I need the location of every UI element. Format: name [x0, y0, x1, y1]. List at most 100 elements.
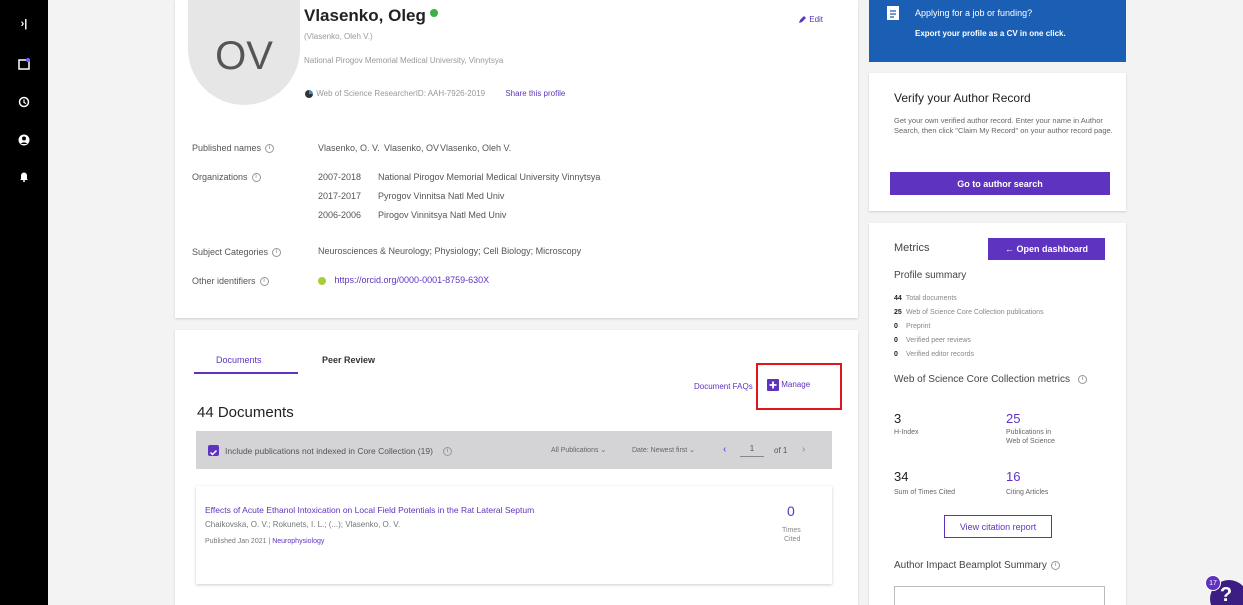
- verify-title: Verify your Author Record: [894, 91, 1031, 105]
- published-name-3: Vlasenko, Oleh V.: [440, 143, 512, 153]
- page-total: of 1: [774, 446, 788, 455]
- subject-categories: Neurosciences & Neurology; Physiology; C…: [318, 246, 582, 256]
- org-years-3: 2006-2006: [318, 210, 362, 220]
- summary-row: 0 Verified editor records: [894, 351, 974, 358]
- published-name-2: Vlasenko, OV: [384, 143, 440, 153]
- info-icon[interactable]: i: [442, 447, 452, 457]
- document-title-link[interactable]: Effects of Acute Ethanol Intoxication on…: [205, 505, 534, 515]
- org-name-2: Pyrogov Vinnitsa Natl Med Univ: [378, 191, 505, 201]
- left-rail: ›|: [0, 0, 48, 605]
- info-icon[interactable]: i: [259, 277, 269, 287]
- calendar-icon[interactable]: [0, 58, 48, 73]
- next-page-button[interactable]: ›: [802, 444, 805, 455]
- verify-text: Get your own verified author record. Ent…: [894, 116, 1113, 135]
- tab-documents[interactable]: Documents: [216, 355, 262, 365]
- summary-label: Total documents: [905, 295, 957, 302]
- help-question-icon: ?: [1219, 583, 1233, 605]
- summary-num: 0: [894, 323, 898, 330]
- h-index-label: H-Index: [894, 429, 919, 436]
- summary-label: Web of Science Core Collection publicati…: [905, 309, 1044, 316]
- page-input[interactable]: 1: [740, 444, 764, 457]
- summary-row: 0 Preprint: [894, 323, 930, 330]
- alt-name: (Vlasenko, Oleh V.): [304, 32, 373, 41]
- share-profile-link[interactable]: Share this profile: [505, 89, 565, 98]
- citing-articles-label: Citing Articles: [1006, 489, 1049, 496]
- journal-link[interactable]: Neurophysiology: [272, 538, 324, 545]
- h-index-value: 3: [894, 411, 902, 426]
- edit-button[interactable]: Edit: [798, 15, 823, 24]
- publications-filter[interactable]: All Publications ⌄: [551, 446, 606, 454]
- summary-num: 44: [894, 295, 902, 302]
- verified-icon: [429, 9, 438, 17]
- summary-label: Preprint: [905, 323, 931, 330]
- organizations-label-text: Organizations: [192, 172, 248, 182]
- avatar-initials: OV: [215, 34, 273, 78]
- orcid-link[interactable]: https://orcid.org/0000-0001-8759-630X: [335, 275, 490, 285]
- metrics-title: Metrics: [894, 242, 930, 254]
- documents-count: 44 Documents: [197, 404, 294, 421]
- history-icon[interactable]: [0, 96, 48, 111]
- subject-categories-label: Subject Categories i: [192, 247, 282, 258]
- document-icon: [887, 6, 899, 25]
- expand-rail-button[interactable]: ›|: [0, 18, 48, 30]
- org-years-1: 2007-2018: [318, 172, 362, 182]
- other-identifiers-label: Other identifiers i: [192, 276, 269, 287]
- include-checkbox[interactable]: [208, 445, 219, 456]
- times-cited-label-2: Cited: [784, 536, 801, 543]
- summary-row: 0 Verified peer reviews: [894, 337, 971, 344]
- wos-metrics-heading: Web of Science Core Collection metrics i: [894, 374, 1087, 385]
- help-badge: 17: [1205, 575, 1221, 591]
- orcid-row: https://orcid.org/0000-0001-8759-630X: [318, 275, 489, 285]
- summary-label: Verified editor records: [905, 351, 975, 358]
- published-date: Published Jan 2021 |: [205, 538, 271, 545]
- summary-label: Verified peer reviews: [905, 337, 971, 344]
- include-label: Include publications not indexed in Core…: [225, 446, 452, 457]
- summary-num: 25: [894, 309, 902, 316]
- published-name-1: Vlasenko, O. V.: [318, 143, 380, 153]
- user-icon[interactable]: [0, 134, 48, 149]
- subject-label-text: Subject Categories: [192, 247, 269, 257]
- sort-select[interactable]: Date: Newest first ⌄: [632, 446, 695, 454]
- beamplot-frame: [894, 586, 1105, 605]
- cv-title: Applying for a job or funding?: [915, 8, 1033, 18]
- document-faqs-link[interactable]: Document FAQs: [694, 382, 753, 391]
- summary-row: 44 Total documents: [894, 295, 957, 302]
- summary-num: 0: [894, 351, 898, 358]
- author-name-text: Vlasenko, Oleg: [304, 6, 426, 25]
- published-names-label: Published names i: [192, 143, 275, 154]
- citing-articles-value[interactable]: 16: [1006, 469, 1020, 484]
- times-cited-label-1: Times: [782, 527, 801, 534]
- beamplot-text: Author Impact Beamplot Summary: [894, 560, 1047, 571]
- org-years-2: 2017-2017: [318, 191, 362, 201]
- published-names-label-text: Published names: [192, 143, 262, 153]
- times-cited-count[interactable]: 0: [787, 503, 795, 519]
- check-icon: [209, 449, 218, 456]
- clarivate-logo-icon: [305, 90, 313, 98]
- go-to-author-search-button[interactable]: Go to author search: [890, 172, 1110, 195]
- active-tab-underline: [194, 372, 298, 374]
- beamplot-heading: Author Impact Beamplot Summary i: [894, 560, 1060, 571]
- info-icon[interactable]: i: [272, 248, 282, 258]
- summary-row: 25 Web of Science Core Collection public…: [894, 309, 1044, 316]
- tab-peer-review[interactable]: Peer Review: [322, 355, 375, 365]
- info-icon[interactable]: i: [1078, 374, 1087, 384]
- org-name-3: Pirogov Vinnitsya Natl Med Univ: [378, 210, 507, 220]
- wos-metrics-text: Web of Science Core Collection metrics: [894, 374, 1070, 385]
- author-name: Vlasenko, Oleg: [304, 6, 438, 26]
- profile-summary-heading: Profile summary: [894, 270, 967, 281]
- open-dashboard-button[interactable]: ← Open dashboard: [988, 238, 1105, 260]
- orcid-icon: [318, 276, 326, 285]
- info-icon[interactable]: i: [251, 173, 261, 183]
- document-item: [196, 486, 832, 584]
- summary-num: 0: [894, 337, 898, 344]
- document-published: Published Jan 2021 | Neurophysiology: [205, 538, 324, 545]
- prev-page-button[interactable]: ‹: [723, 444, 726, 455]
- include-label-text: Include publications not indexed in Core…: [225, 446, 433, 456]
- publications-value[interactable]: 25: [1006, 411, 1020, 426]
- info-icon[interactable]: i: [1050, 560, 1060, 570]
- publications-label-1: Publications in: [1006, 429, 1052, 436]
- bell-icon[interactable]: [0, 170, 48, 185]
- view-citation-report-button[interactable]: View citation report: [944, 515, 1052, 538]
- sum-times-cited-label: Sum of Times Cited: [894, 489, 956, 496]
- info-icon[interactable]: i: [265, 144, 275, 154]
